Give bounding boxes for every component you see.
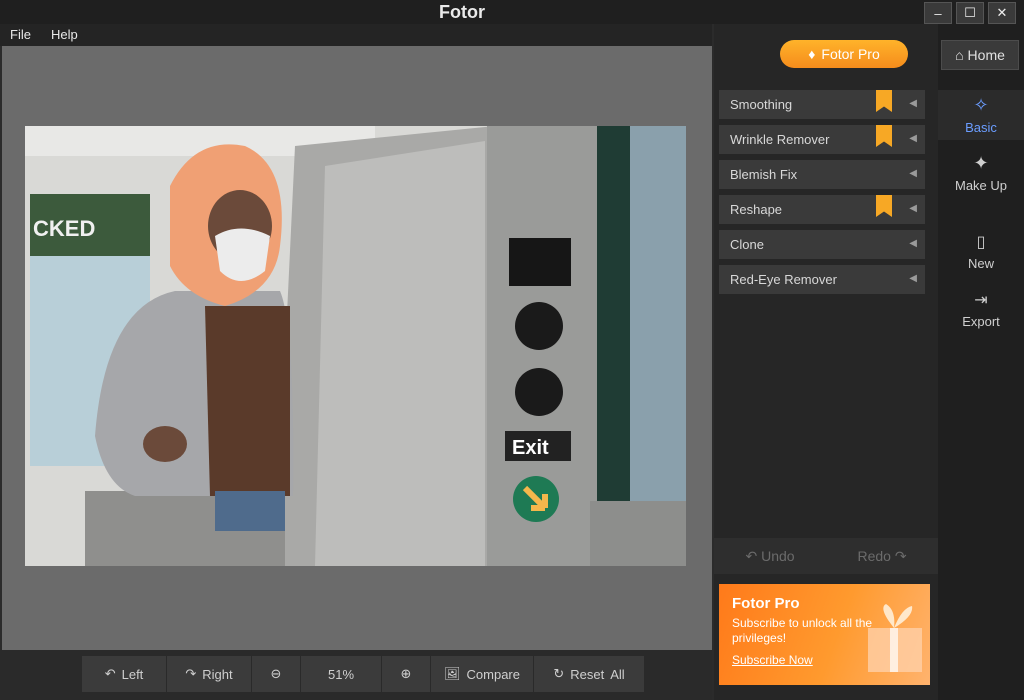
sidebar-item-new[interactable]: ▯ New (938, 226, 1024, 276)
view-tools: ↶ Left ↷ Right ⊖ 51% ⊕ 🖼 Compare ↻ Reset… (82, 656, 645, 692)
tool-reshape[interactable]: Reshape ◀ (719, 195, 925, 224)
fotor-pro-label: Fotor Pro (821, 46, 880, 62)
redo-label: Redo (857, 547, 891, 564)
promo-title: Fotor Pro (732, 595, 800, 612)
home-icon: ⌂ (955, 47, 964, 63)
sidebar-item-label: Export (962, 313, 1000, 329)
tool-smoothing[interactable]: Smoothing ◀ (719, 90, 925, 119)
edit-panel: ♦ Fotor Pro Smoothing ◀ Wrinkle Remover … (714, 24, 938, 700)
rotate-left-button[interactable]: ↶ Left (82, 656, 167, 692)
collapse-arrow-icon: ◀ (909, 168, 917, 179)
tool-label: Reshape (730, 202, 783, 217)
photo-canvas[interactable]: CKED Exit (25, 126, 686, 566)
pro-promo-banner[interactable]: Fotor Pro Subscribe to unlock all the pr… (719, 584, 930, 685)
zoom-out-icon: ⊖ (270, 666, 282, 681)
tool-red-eye-remover[interactable]: Red-Eye Remover ◀ (719, 265, 925, 294)
zoom-in-icon: ⊕ (400, 666, 412, 681)
menu-file[interactable]: File (0, 24, 41, 46)
undo-icon: ↶ (745, 547, 758, 564)
tool-label: Clone (730, 237, 764, 252)
canvas-area: CKED Exit (2, 46, 712, 650)
all-label: All (610, 666, 625, 682)
zoom-value: 51% (327, 666, 355, 682)
tool-label: Wrinkle Remover (730, 132, 830, 147)
maximize-button[interactable]: ☐ (956, 2, 984, 24)
sidebar-item-export[interactable]: ⇥ Export (938, 284, 1024, 334)
undo-label: Undo (761, 547, 795, 564)
sidebar-item-label: Make Up (954, 178, 1008, 193)
premium-badge-icon (876, 125, 892, 147)
bottom-toolbar: ↶ Left ↷ Right ⊖ 51% ⊕ 🖼 Compare ↻ Reset… (0, 650, 712, 700)
image-icon: 🖼 (444, 666, 461, 681)
redo-button[interactable]: Redo ↷ (857, 548, 906, 565)
undo-button[interactable]: ↶ Undo (745, 548, 794, 565)
tool-label: Blemish Fix (730, 167, 798, 182)
tool-label: Smoothing (730, 97, 793, 112)
makeup-icon: ✦ (973, 153, 989, 173)
mode-sidebar: ⌂ Home ✧ Basic ✦ Make Up ▯ New ⇥ Export (938, 24, 1024, 700)
sidebar-item-make-up[interactable]: ✦ Make Up (938, 148, 1024, 198)
rotate-right-label: Right (202, 666, 233, 682)
subscribe-link[interactable]: Subscribe Now (732, 653, 813, 667)
window-controls: – ☐ ✕ (924, 2, 1016, 24)
collapse-arrow-icon: ◀ (909, 238, 917, 249)
new-file-icon: ▯ (976, 233, 986, 251)
tool-label: Red-Eye Remover (730, 272, 837, 287)
collapse-arrow-icon: ◀ (909, 273, 917, 284)
reset-label: Reset (570, 666, 605, 682)
reset-all-button[interactable]: ↻ Reset All (534, 656, 645, 692)
diamond-icon: ♦ (808, 46, 816, 62)
collapse-arrow-icon: ◀ (909, 133, 917, 144)
fotor-pro-button[interactable]: ♦ Fotor Pro (780, 40, 908, 68)
sidebar-item-label: Basic (965, 120, 997, 135)
tool-wrinkle-remover[interactable]: Wrinkle Remover ◀ (719, 125, 925, 154)
compare-label: Compare (466, 666, 520, 682)
photo-image: CKED Exit (25, 126, 686, 566)
rotate-left-label: Left (121, 666, 144, 682)
zoom-level: 51% (301, 656, 382, 692)
zoom-out-button[interactable]: ⊖ (252, 656, 301, 692)
tool-clone[interactable]: Clone ◀ (719, 230, 925, 259)
collapse-arrow-icon: ◀ (909, 98, 917, 109)
premium-badge-icon (876, 195, 892, 217)
export-icon: ⇥ (974, 291, 988, 309)
app-title: Fotor (439, 2, 485, 22)
reset-icon: ↻ (553, 666, 565, 681)
menu-help[interactable]: Help (41, 24, 88, 46)
minimize-button[interactable]: – (924, 2, 952, 24)
zoom-in-button[interactable]: ⊕ (382, 656, 431, 692)
collapse-arrow-icon: ◀ (909, 203, 917, 214)
undo-redo-bar: ↶ Undo Redo ↷ (714, 538, 938, 574)
tool-list: Smoothing ◀ Wrinkle Remover ◀ Blemish Fi… (719, 90, 925, 300)
home-label: Home (967, 47, 1005, 63)
poster-text: CKED (33, 216, 95, 241)
gift-box-icon (868, 604, 922, 672)
sparkle-icon: ✧ (973, 95, 989, 115)
rotate-left-icon: ↶ (104, 666, 116, 681)
rotate-right-icon: ↷ (185, 666, 197, 681)
exit-sign-text: Exit (512, 437, 549, 459)
redo-icon: ↷ (894, 547, 907, 564)
home-button[interactable]: ⌂ Home (941, 40, 1019, 70)
sidebar-item-basic[interactable]: ✧ Basic (938, 90, 1024, 140)
close-button[interactable]: ✕ (988, 2, 1016, 24)
rotate-right-button[interactable]: ↷ Right (167, 656, 252, 692)
premium-badge-icon (876, 90, 892, 112)
compare-button[interactable]: 🖼 Compare (431, 656, 534, 692)
title-bar: Fotor – ☐ ✕ (0, 0, 1024, 24)
sidebar-item-label: New (967, 255, 994, 271)
tool-blemish-fix[interactable]: Blemish Fix ◀ (719, 160, 925, 189)
menu-bar: File Help (0, 24, 712, 46)
